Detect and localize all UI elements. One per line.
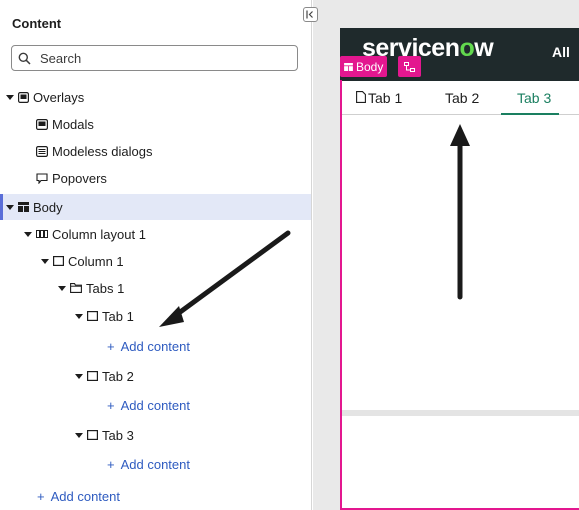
hierarchy-icon xyxy=(404,61,415,72)
tree-label: Overlays xyxy=(33,89,85,105)
tree-label: Tab 1 xyxy=(102,308,134,324)
overlay-icon xyxy=(18,91,29,103)
tree-item-column[interactable]: Column 1 xyxy=(0,248,311,274)
content-panel: Content Overlays Modals Modeless dialogs… xyxy=(0,0,312,510)
modeless-dialog-icon xyxy=(36,145,48,157)
tree-item-tabs[interactable]: Tabs 1 xyxy=(0,275,311,301)
tree-item-body[interactable]: Body xyxy=(0,194,311,220)
body-layout-icon xyxy=(18,202,29,212)
tree-label: Tab 3 xyxy=(102,427,134,443)
tabs-icon xyxy=(70,283,82,293)
caret-down-icon[interactable] xyxy=(6,204,14,210)
search-box[interactable] xyxy=(11,45,298,71)
column-layout-icon xyxy=(36,230,48,238)
add-content-link[interactable]: + Add content xyxy=(107,457,190,472)
caret-down-icon[interactable] xyxy=(24,231,32,237)
collapse-panel-button[interactable] xyxy=(303,7,318,22)
plus-icon: + xyxy=(107,457,115,472)
tree-item-modals[interactable]: Modals xyxy=(0,111,311,137)
add-content-link[interactable]: + Add content xyxy=(107,398,190,413)
tree-item-column-layout[interactable]: Column layout 1 xyxy=(0,221,311,247)
collapse-left-icon xyxy=(306,10,313,19)
caret-down-icon[interactable] xyxy=(41,258,49,264)
popover-icon xyxy=(36,172,48,184)
tree-item-modeless-dialogs[interactable]: Modeless dialogs xyxy=(0,138,311,164)
search-icon xyxy=(18,52,31,65)
body-selection-outline xyxy=(340,80,579,510)
plus-icon: + xyxy=(37,489,45,504)
tree-item-popovers[interactable]: Popovers xyxy=(0,165,311,191)
add-content-link-body[interactable]: + Add content xyxy=(37,489,120,504)
caret-down-icon[interactable] xyxy=(6,94,14,100)
modal-icon xyxy=(36,118,48,130)
body-tag[interactable]: Body xyxy=(340,56,388,77)
add-content-link[interactable]: + Add content xyxy=(107,339,190,354)
body-layout-icon xyxy=(344,60,353,74)
caret-down-icon[interactable] xyxy=(75,432,83,438)
tree-label: Modals xyxy=(52,116,94,132)
tree-label: Column layout 1 xyxy=(52,226,146,242)
caret-down-icon[interactable] xyxy=(75,313,83,319)
tree-label: Tabs 1 xyxy=(86,280,125,296)
tree-label: Tab 2 xyxy=(102,368,134,384)
hierarchy-button[interactable] xyxy=(398,56,421,77)
tab-icon xyxy=(87,311,98,321)
tree-item-tab-2[interactable]: Tab 2 xyxy=(0,363,311,389)
plus-icon: + xyxy=(107,398,115,413)
caret-down-icon[interactable] xyxy=(58,285,66,291)
tree-item-tab-1[interactable]: Tab 1 xyxy=(0,303,311,329)
tab-icon xyxy=(87,430,98,440)
panel-title: Content xyxy=(12,16,62,31)
tree-label: Popovers xyxy=(52,170,107,186)
search-input[interactable] xyxy=(40,50,280,66)
tree-item-overlays[interactable]: Overlays xyxy=(0,84,311,110)
tree-item-tab-3[interactable]: Tab 3 xyxy=(0,422,311,448)
tree-label: Body xyxy=(33,199,63,215)
tree-label: Modeless dialogs xyxy=(52,143,153,159)
caret-down-icon[interactable] xyxy=(75,373,83,379)
column-icon xyxy=(53,256,64,266)
plus-icon: + xyxy=(107,339,115,354)
tab-icon xyxy=(87,371,98,381)
tree-label: Column 1 xyxy=(68,253,124,269)
all-menu[interactable]: All xyxy=(552,44,570,60)
